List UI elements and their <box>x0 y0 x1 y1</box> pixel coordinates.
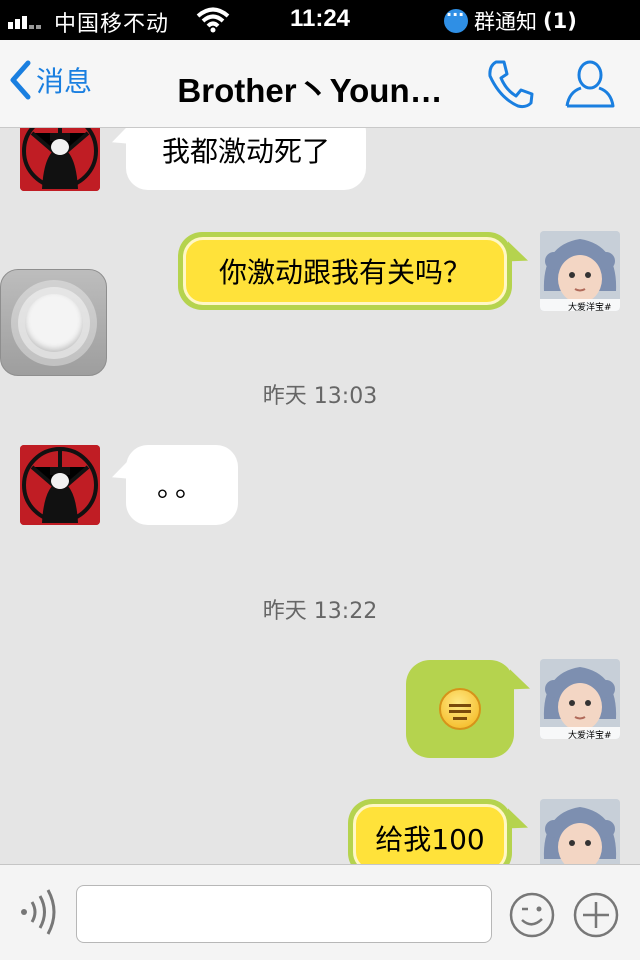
call-button[interactable] <box>486 58 534 114</box>
timestamp: 昨天 13:22 <box>262 599 378 624</box>
voice-input-button[interactable] <box>16 887 60 941</box>
message-input[interactable] <box>76 885 492 943</box>
person-icon <box>565 60 615 108</box>
back-label: 消息 <box>36 65 93 98</box>
navigation-bar: 消息 Brother丶Youn… <box>0 40 640 128</box>
phone-icon <box>488 60 534 109</box>
contact-avatar[interactable] <box>20 445 100 525</box>
sound-wave-icon <box>21 889 56 935</box>
group-notification[interactable]: 群通知 (1) <box>444 5 577 36</box>
message-text: 。。 <box>156 470 207 503</box>
plus-icon <box>573 892 619 938</box>
avatar-caption: 大爱洋宝# <box>568 731 612 739</box>
back-button[interactable]: 消息 <box>8 60 92 100</box>
assistive-touch-button[interactable] <box>0 269 107 376</box>
input-bar <box>0 864 640 960</box>
more-button[interactable] <box>572 891 620 943</box>
my-avatar[interactable]: 大爱洋宝# <box>540 659 620 739</box>
chat-title: Brother丶Youn… <box>177 72 443 109</box>
message-text: 你激动跟我有关吗？ <box>218 256 471 289</box>
status-bar: 中国移不动 11:24 群通知 (1) <box>0 0 640 40</box>
message-bubble[interactable]: 我都激动死了 <box>126 128 366 190</box>
notification-label: 群通知 <box>474 10 537 34</box>
message-text: 给我100 <box>375 823 485 856</box>
message-bubble[interactable]: 你激动跟我有关吗？ <box>178 232 512 310</box>
emoji-button[interactable] <box>508 891 556 943</box>
chat-bubble-icon <box>444 5 468 33</box>
notification-count: (1) <box>543 9 577 33</box>
my-avatar[interactable]: 大爱洋宝# <box>540 231 620 311</box>
timestamp: 昨天 13:03 <box>262 384 378 409</box>
message-list[interactable]: 我都激动死了 你激动跟我有关吗？ 大爱洋宝# 昨天 13:03 。。 昨天 13… <box>0 128 640 864</box>
profile-button[interactable] <box>564 58 616 114</box>
message-bubble[interactable]: 给我100 <box>348 799 512 864</box>
my-avatar[interactable] <box>540 799 620 864</box>
speechless-face-icon <box>439 688 481 730</box>
message-text: 我都激动死了 <box>161 135 330 168</box>
contact-avatar[interactable] <box>20 128 100 191</box>
message-bubble[interactable] <box>406 660 514 758</box>
avatar-caption: 大爱洋宝# <box>568 303 612 311</box>
chevron-left-icon <box>10 60 31 100</box>
smiley-icon <box>509 892 555 938</box>
message-bubble[interactable]: 。。 <box>126 445 238 525</box>
